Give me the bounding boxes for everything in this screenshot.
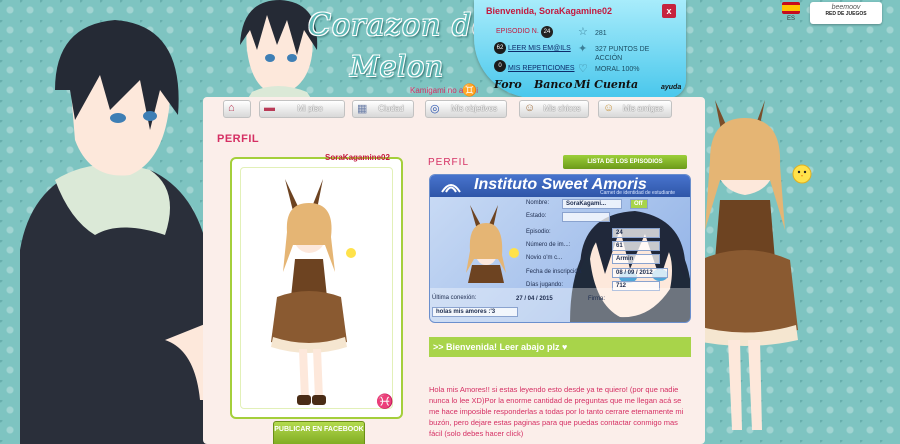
chick-icon <box>792 164 812 184</box>
nav-label: Ciudad <box>378 104 404 113</box>
game-network-badge[interactable]: beemoov RED DE JUEGOS <box>810 2 882 24</box>
episode-number-badge: 24 <box>541 26 553 38</box>
language-selector[interactable]: ES <box>782 2 800 26</box>
episode-label: EPISODIO N. <box>496 28 539 35</box>
nav-home[interactable]: ⌂ <box>223 100 251 118</box>
nav-label: Mis objetivos <box>450 104 498 113</box>
signature-label: Firma: <box>588 296 605 302</box>
welcome-banner: >> Bienvenida! Leer abajo plz ♥ <box>429 337 691 357</box>
status-badge: Off <box>630 199 648 209</box>
mail-count-badge: 62 <box>494 42 506 54</box>
id-boyfriend-value: Armin <box>612 254 660 264</box>
star-count: 281 <box>595 30 607 37</box>
character-left-illustration <box>20 20 215 444</box>
page-title: PERFIL <box>217 133 260 145</box>
language-code: ES <box>786 16 795 22</box>
id-card-footer <box>430 288 690 322</box>
repeats-count-badge: 0 <box>494 60 506 72</box>
user-panel: Bienvenida, SoraKagamine02 x EPISODIO N.… <box>474 0 686 98</box>
nav-mis-objetivos[interactable]: ◎ Mis objetivos <box>425 100 507 118</box>
bank-link[interactable]: Banco <box>534 78 572 91</box>
home-icon: ⌂ <box>228 102 235 114</box>
nav-label: Mis amigas <box>622 104 664 113</box>
id-status-label: Estado: <box>526 213 547 219</box>
forum-link[interactable]: Foro <box>494 78 522 91</box>
repeats-link[interactable]: MIS REPETICIONES <box>508 65 575 72</box>
help-link[interactable]: ayuda <box>661 84 681 91</box>
nav-label: Mis chicos <box>543 104 581 113</box>
avatar-username: SoraKagamine02 <box>325 153 390 162</box>
network-subtitle: RED DE JUEGOS <box>825 11 867 17</box>
spain-flag-icon <box>782 2 800 14</box>
episodes-list-button[interactable]: LISTA DE LOS EPISODIOS <box>563 155 687 169</box>
character-right-illustration <box>692 100 798 430</box>
nav-ciudad[interactable]: ▦ Ciudad <box>352 100 414 118</box>
id-episode-value: 24 <box>612 228 660 238</box>
mood-icon: ♡ <box>578 63 588 75</box>
last-connection-value: 27 / 04 / 2015 <box>516 296 553 302</box>
action-points-text: 327 PUNTOS DE ACCIÓN <box>595 46 650 62</box>
read-mails-link[interactable]: LEER MIS EM@ILS <box>508 45 571 52</box>
pisces-sign-icon: ♓ <box>376 393 394 409</box>
school-logo-icon <box>441 184 461 193</box>
gemini-sign-icon: ♊ <box>462 83 477 97</box>
id-images-value: 61 <box>612 241 660 251</box>
id-card-header: Instituto Sweet Amoris Carnet de identid… <box>430 175 690 197</box>
nav-mis-chicos[interactable]: ☺ Mis chicos <box>519 100 589 118</box>
id-signup-label: Fecha de inscripción: <box>526 269 583 275</box>
mood-text: MORAL 100% <box>595 66 640 73</box>
nav-bar: ⌂ ▬ Mi piso ▦ Ciudad ◎ Mis objetivos ☺ M… <box>203 97 705 123</box>
account-link[interactable]: Mi Cuenta <box>574 78 638 91</box>
school-subtitle: Carnet de identidad de estudiante <box>600 190 676 196</box>
main-content: ⌂ ▬ Mi piso ▦ Ciudad ◎ Mis objetivos ☺ M… <box>203 97 705 444</box>
close-button[interactable]: x <box>662 4 676 18</box>
star-icon: ☆ <box>578 26 588 38</box>
id-name-label: Nombre: <box>526 200 550 206</box>
network-logo: beemoov <box>831 4 861 11</box>
id-episode-label: Episodio: <box>526 229 551 235</box>
id-images-label: Número de im...: <box>526 242 571 248</box>
motto-value: holas mis amores :'3 <box>432 307 518 317</box>
id-name-value: SoraKagami... <box>562 199 622 209</box>
profile-heading: PERFIL <box>428 157 470 168</box>
publish-facebook-button[interactable]: PUBLICAR EN FACEBOOK <box>273 421 365 444</box>
avatar-figure <box>271 179 356 405</box>
student-id-card: Instituto Sweet Amoris Carnet de identid… <box>429 174 691 323</box>
welcome-message: Bienvenida, SoraKagamine02 <box>486 6 613 16</box>
nav-mi-piso[interactable]: ▬ Mi piso <box>259 100 345 118</box>
nav-label: Mi piso <box>297 104 323 113</box>
site-logo-line-2[interactable]: Melon <box>350 50 444 83</box>
nav-mis-amigas[interactable]: ☺ Mis amigas <box>598 100 672 118</box>
action-points-icon: ✦ <box>578 43 588 55</box>
id-boyfriend-label: Novio o'm c... <box>526 255 563 261</box>
id-status-value <box>562 212 610 222</box>
last-connection-label: Última conexión: <box>432 295 477 301</box>
welcome-text: Hola mis Amores!! si estas leyendo esto … <box>429 385 684 438</box>
id-signup-value: 08 / 09 / 2012 <box>612 268 668 278</box>
site-logo-line-1[interactable]: Corazon de <box>308 8 491 43</box>
